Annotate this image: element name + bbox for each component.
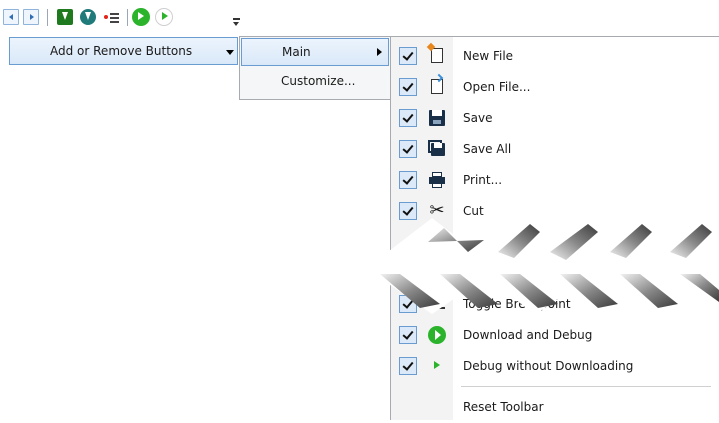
- menu-item-open-file[interactable]: Open File...: [391, 72, 719, 103]
- toolbar-overflow-icon[interactable]: [233, 18, 240, 28]
- menu-item-main-label: Main: [282, 45, 311, 59]
- open-file-icon: [431, 73, 444, 94]
- cut-icon: ✂: [429, 200, 445, 221]
- menu-item-label: Debug without Downloading: [463, 359, 634, 373]
- checkbox-checked-icon[interactable]: [399, 357, 417, 375]
- add-remove-submenu: Main Customize...: [239, 36, 391, 100]
- menu-item-label: Save All: [463, 142, 512, 156]
- menu-item-reset-toolbar[interactable]: Reset Toolbar: [391, 392, 719, 423]
- menu-item-label: Cut: [463, 204, 484, 218]
- menu-item-save[interactable]: Save: [391, 103, 719, 134]
- menu-item-debug-without-downloading[interactable]: Debug without Downloading: [391, 351, 719, 382]
- menu-item-customize[interactable]: Customize...: [241, 68, 389, 96]
- save-icon: [429, 110, 445, 126]
- checkbox-checked-icon[interactable]: [399, 140, 417, 158]
- add-or-remove-buttons-label: Add or Remove Buttons: [50, 44, 193, 58]
- new-file-icon: [426, 42, 443, 63]
- download-alt-icon[interactable]: [80, 9, 96, 25]
- torn-cutout-graphic: [380, 218, 719, 314]
- menu-item-label: Print...: [463, 173, 503, 187]
- checkbox-checked-icon[interactable]: [399, 171, 417, 189]
- toggle-breakpoint-icon[interactable]: [103, 9, 119, 25]
- menu-item-label: Save: [463, 111, 493, 125]
- menu-item-save-all[interactable]: Save All: [391, 134, 719, 165]
- checkbox-checked-icon[interactable]: [399, 109, 417, 127]
- menu-item-customize-label: Customize...: [281, 74, 356, 88]
- save-all-icon: [428, 140, 445, 156]
- menu-item-label: New File: [463, 49, 514, 63]
- toolbar-separator: [47, 9, 48, 26]
- checkbox-checked-icon[interactable]: [399, 78, 417, 96]
- forward-icon[interactable]: [23, 9, 39, 25]
- menu-item-label: Open File...: [463, 80, 531, 94]
- download-debug-icon: [428, 326, 446, 344]
- menu-item-label: Download and Debug: [463, 328, 593, 342]
- menu-item-download-and-debug[interactable]: Download and Debug: [391, 320, 719, 351]
- menu-item-new-file[interactable]: New File: [391, 41, 719, 72]
- toolbar-separator: [127, 9, 128, 26]
- menu-item-print[interactable]: Print...: [391, 165, 719, 196]
- chevron-down-icon: [226, 50, 234, 55]
- debug-no-download-icon: [429, 358, 445, 374]
- chevron-right-icon: [377, 48, 382, 56]
- menu-separator: [461, 386, 711, 387]
- menu-item-main[interactable]: Main: [241, 38, 389, 66]
- download-and-debug-icon[interactable]: [132, 8, 150, 26]
- back-icon[interactable]: [3, 9, 19, 25]
- main-toolbar: [0, 0, 240, 32]
- debug-without-downloading-icon[interactable]: [155, 8, 173, 26]
- download-icon[interactable]: [57, 9, 73, 25]
- print-icon: [429, 172, 445, 188]
- menu-item-reset-label: Reset Toolbar: [463, 400, 544, 414]
- add-or-remove-buttons-item[interactable]: Add or Remove Buttons: [9, 37, 238, 65]
- checkbox-checked-icon[interactable]: [399, 47, 417, 65]
- checkbox-checked-icon[interactable]: [399, 326, 417, 344]
